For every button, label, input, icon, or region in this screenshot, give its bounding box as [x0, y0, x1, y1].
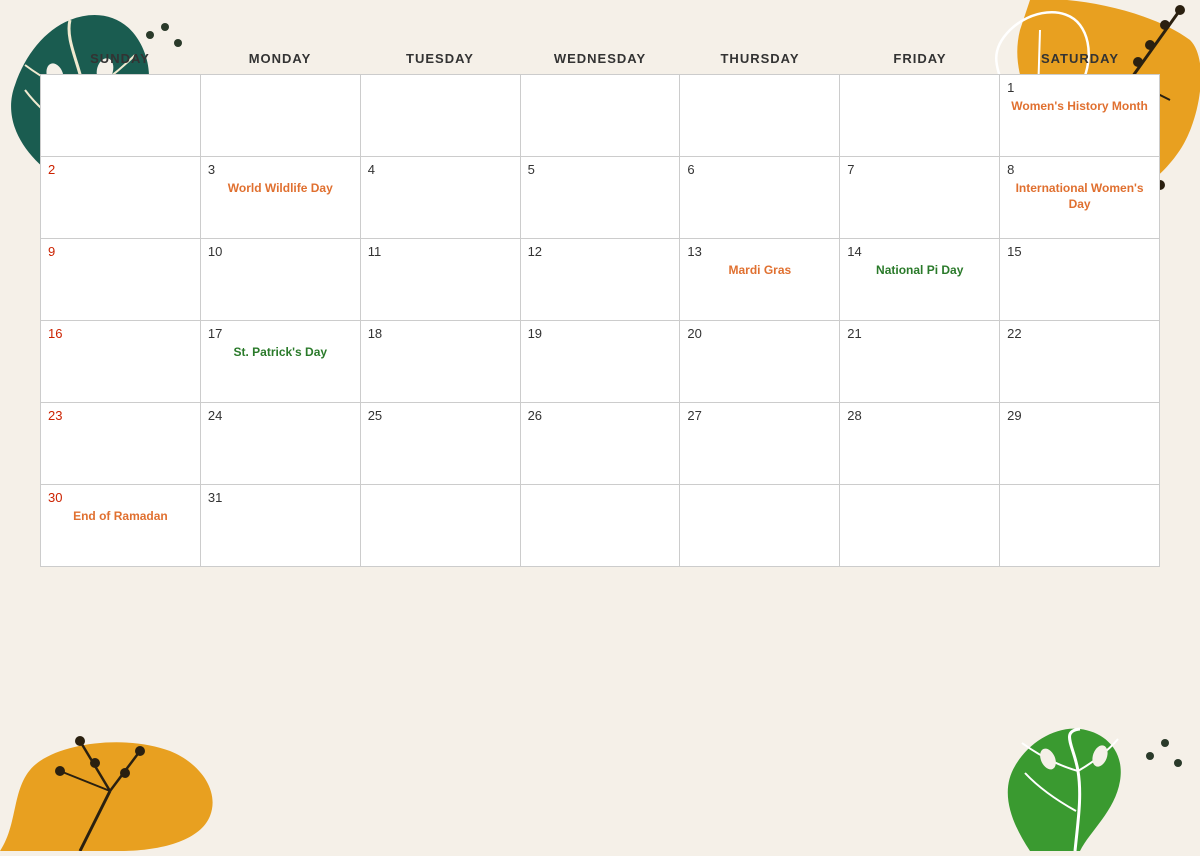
cell-date: 30	[48, 490, 193, 505]
cal-cell-10: 5	[521, 157, 681, 239]
cell-date: 9	[48, 244, 193, 259]
cal-cell-2	[361, 75, 521, 157]
cell-date: 21	[847, 326, 992, 341]
cell-date: 23	[48, 408, 193, 423]
cell-date: 1	[1007, 80, 1152, 95]
cell-date: 22	[1007, 326, 1152, 341]
cell-event: Women's History Month	[1007, 99, 1152, 115]
cell-date: 12	[528, 244, 673, 259]
cal-cell-4	[680, 75, 840, 157]
cell-date: 29	[1007, 408, 1152, 423]
day-header-monday: MONDAY	[200, 45, 360, 72]
cell-date: 16	[48, 326, 193, 341]
cal-cell-39	[680, 485, 840, 567]
cell-event: Mardi Gras	[687, 263, 832, 279]
calendar-header	[0, 0, 1200, 45]
cal-cell-22: 17 St. Patrick's Day	[201, 321, 361, 403]
cell-date: 20	[687, 326, 832, 341]
cal-cell-9: 4	[361, 157, 521, 239]
cell-date: 8	[1007, 162, 1152, 177]
cal-cell-6: 1 Women's History Month	[1000, 75, 1160, 157]
cell-event: World Wildlife Day	[208, 181, 353, 197]
day-header-tuesday: TUESDAY	[360, 45, 520, 72]
cell-date: 26	[528, 408, 673, 423]
cell-date: 17	[208, 326, 353, 341]
cal-cell-26: 21	[840, 321, 1000, 403]
cal-cell-0	[41, 75, 201, 157]
cell-date: 19	[528, 326, 673, 341]
cal-cell-38	[521, 485, 681, 567]
day-header-thursday: THURSDAY	[680, 45, 840, 72]
cal-cell-21: 16	[41, 321, 201, 403]
day-headers: SUNDAYMONDAYTUESDAYWEDNESDAYTHURSDAYFRID…	[40, 45, 1160, 72]
cal-cell-24: 19	[521, 321, 681, 403]
cell-date: 4	[368, 162, 513, 177]
cell-date: 28	[847, 408, 992, 423]
cal-cell-23: 18	[361, 321, 521, 403]
cal-cell-28: 23	[41, 403, 201, 485]
cal-cell-3	[521, 75, 681, 157]
cell-date: 14	[847, 244, 992, 259]
cal-cell-37	[361, 485, 521, 567]
cell-date: 18	[368, 326, 513, 341]
cal-cell-27: 22	[1000, 321, 1160, 403]
cal-cell-40	[840, 485, 1000, 567]
day-header-wednesday: WEDNESDAY	[520, 45, 680, 72]
cal-cell-33: 28	[840, 403, 1000, 485]
cal-cell-32: 27	[680, 403, 840, 485]
deco-bottom-left	[0, 721, 220, 851]
cal-cell-16: 11	[361, 239, 521, 321]
cal-cell-5	[840, 75, 1000, 157]
cal-cell-1	[201, 75, 361, 157]
day-header-friday: FRIDAY	[840, 45, 1000, 72]
cal-cell-15: 10	[201, 239, 361, 321]
cal-cell-30: 25	[361, 403, 521, 485]
cal-cell-36: 31	[201, 485, 361, 567]
cell-date: 27	[687, 408, 832, 423]
cell-date: 24	[208, 408, 353, 423]
cell-date: 2	[48, 162, 193, 177]
cal-cell-14: 9	[41, 239, 201, 321]
cell-event: National Pi Day	[847, 263, 992, 279]
cal-cell-12: 7	[840, 157, 1000, 239]
cell-event: St. Patrick's Day	[208, 345, 353, 361]
cell-date: 15	[1007, 244, 1152, 259]
cell-date: 13	[687, 244, 832, 259]
calendar-section: SUNDAYMONDAYTUESDAYWEDNESDAYTHURSDAYFRID…	[0, 45, 1200, 567]
cell-event: International Women's Day	[1007, 181, 1152, 212]
cal-cell-7: 2	[41, 157, 201, 239]
cal-cell-31: 26	[521, 403, 681, 485]
cell-date: 7	[847, 162, 992, 177]
cell-date: 10	[208, 244, 353, 259]
day-header-saturday: SATURDAY	[1000, 45, 1160, 72]
cell-date: 25	[368, 408, 513, 423]
calendar-grid: 1 Women's History Month 23 World Wildlife D…	[40, 74, 1160, 567]
cal-cell-35: 30 End of Ramadan	[41, 485, 201, 567]
cell-date: 5	[528, 162, 673, 177]
day-header-sunday: SUNDAY	[40, 45, 200, 72]
cal-cell-17: 12	[521, 239, 681, 321]
cal-cell-34: 29	[1000, 403, 1160, 485]
cal-cell-41	[1000, 485, 1160, 567]
cal-cell-8: 3 World Wildlife Day	[201, 157, 361, 239]
cal-cell-13: 8 International Women's Day	[1000, 157, 1160, 239]
cal-cell-18: 13 Mardi Gras	[680, 239, 840, 321]
cal-cell-25: 20	[680, 321, 840, 403]
cell-event: End of Ramadan	[48, 509, 193, 525]
cal-cell-29: 24	[201, 403, 361, 485]
cal-cell-20: 15	[1000, 239, 1160, 321]
deco-bottom-right	[1000, 701, 1200, 851]
cell-date: 31	[208, 490, 353, 505]
cell-date: 6	[687, 162, 832, 177]
cal-cell-19: 14 National Pi Day	[840, 239, 1000, 321]
cell-date: 3	[208, 162, 353, 177]
cell-date: 11	[368, 244, 513, 259]
cal-cell-11: 6	[680, 157, 840, 239]
